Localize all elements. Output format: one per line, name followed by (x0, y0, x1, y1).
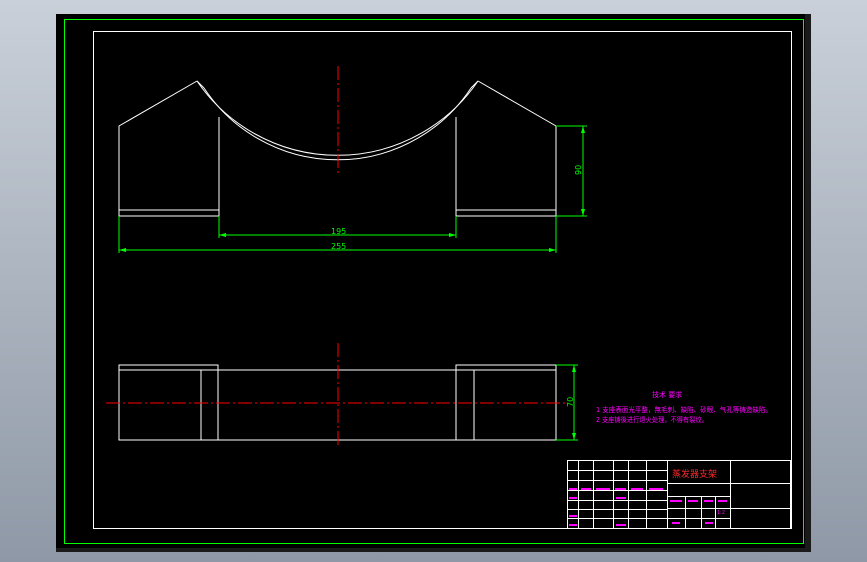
dim-195-label: 195 (331, 227, 346, 236)
dim-90-label: 90 (574, 165, 583, 175)
title-block-cell-marks (569, 488, 727, 526)
front-right-edge (477, 80, 557, 216)
dim-255-label: 255 (331, 242, 346, 251)
tech-note-1: 1 支座表面光平整，無毛刺、缺陷、砂眼、气孔等铸造缺陷。 (596, 405, 772, 414)
front-dimensions (118, 125, 587, 253)
outer-frame (64, 19, 804, 544)
scale-value: 1:2 (717, 510, 725, 516)
cad-drawing: 195 255 90 70 技术 要求 1 支座表面光平整，無毛刺、缺陷、砂眼、… (64, 19, 804, 544)
dim-70-label: 70 (566, 397, 575, 407)
part-name: 蒸发器支架 (672, 468, 717, 480)
front-left-edge (118, 80, 198, 216)
cad-viewport[interactable]: 195 255 90 70 技术 要求 1 支座表面光平整，無毛刺、缺陷、砂眼、… (56, 14, 805, 548)
tech-notes-heading: 技术 要求 (652, 390, 682, 399)
front-dim-arrows (119, 126, 585, 252)
inner-frame (93, 31, 792, 529)
tech-note-2: 2 支座铸後进行退火处理，不得有裂纹。 (596, 415, 708, 424)
viewport-edge-bottom (56, 548, 811, 552)
viewport-edge-right (805, 14, 811, 548)
